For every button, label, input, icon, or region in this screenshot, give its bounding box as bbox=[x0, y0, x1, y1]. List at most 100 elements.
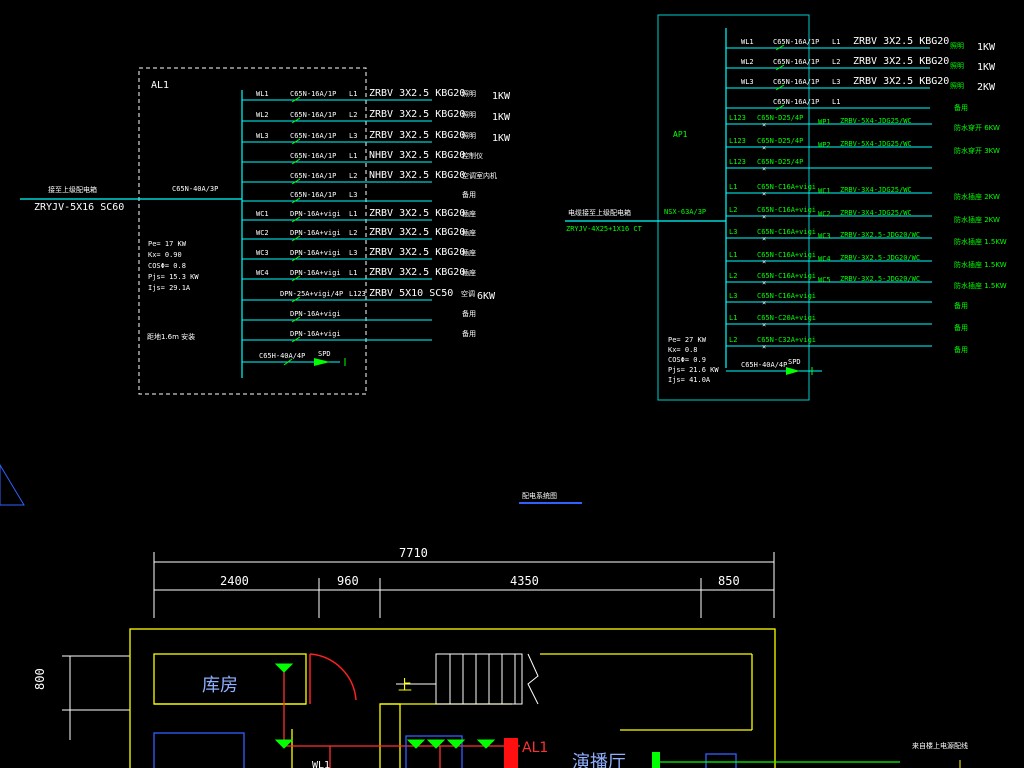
al1-row: DPN-16A+vigi 备用 bbox=[242, 329, 476, 343]
al1-row-circuit: WC2 bbox=[256, 229, 269, 237]
al1-incoming-cable: ZRYJV-5X16 SC60 bbox=[34, 202, 124, 213]
ap1-row-breaker: C65N-C16A+vigi bbox=[757, 183, 816, 191]
ap1-row-circuit: WP2 bbox=[818, 141, 831, 149]
ap1-row-cable: ZRBV-3X4-JDG25/WC bbox=[840, 186, 912, 194]
ap1-row-cable: ZRBV-3X2.5-JDG20/WC bbox=[840, 254, 920, 262]
al1-title: AL1 bbox=[151, 80, 169, 91]
ap1-row-switch: × bbox=[762, 213, 766, 221]
ap1-row-cable: ZRBV-3X4-JDG25/WC bbox=[840, 209, 912, 217]
al1-row-use: 照明 bbox=[462, 132, 476, 140]
al1-row-phase: L1 bbox=[349, 210, 357, 218]
al1-param: Pe= 17 KW bbox=[148, 240, 187, 248]
ap1-param: COSΦ= 0.9 bbox=[668, 356, 706, 364]
ap1-top-phase: L1 bbox=[832, 98, 840, 106]
al1-row-load: 6KW bbox=[477, 291, 496, 302]
ap1-rows: WL1 C65N-16A/1P L1 ZRBV 3X2.5 KBG20 照明 1KWWL2… bbox=[726, 36, 1007, 375]
ap1-top-cable: ZRBV 3X2.5 KBG20 bbox=[853, 36, 949, 47]
ap1-row-use: 防水插座 1.5KW bbox=[954, 237, 1007, 246]
dim-800: 800 bbox=[33, 668, 47, 690]
al1-spd-breaker: C65H-40A/4P bbox=[259, 352, 305, 360]
al1-row-use: 插座 bbox=[462, 228, 476, 237]
plan-blue-frames bbox=[153, 732, 737, 768]
al1-param: Kx= 0.90 bbox=[148, 251, 182, 259]
al1-row-phase: L1 bbox=[349, 90, 357, 98]
al1-row-phase: L3 bbox=[349, 249, 357, 257]
cad-drawing: AL1 接至上级配电箱 ZRYJV-5X16 SC60 C65N-40A/3P … bbox=[0, 14, 1007, 768]
ap1-row-use: 防水穿开 3KW bbox=[954, 146, 1000, 155]
ap1-row-breaker: C65N-D25/4P bbox=[757, 114, 803, 122]
al1-row-cable: ZRBV 5X10 SC50 bbox=[369, 288, 453, 299]
al1-row-cable: ZRBV 3X2.5 KBG20 bbox=[369, 247, 465, 258]
al1-row: DPN-16A+vigi 备用 bbox=[242, 309, 476, 323]
ap1-top-use: 照明 bbox=[950, 62, 964, 70]
al1-row-cable: ZRBV 3X2.5 KBG20 bbox=[369, 109, 465, 120]
al1-row-cable: ZRBV 3X2.5 KBG20 bbox=[369, 267, 465, 278]
ap1-row-phase: L1 bbox=[729, 314, 737, 322]
dim-2400: 2400 bbox=[220, 574, 249, 588]
ap1-row-switch: × bbox=[762, 321, 766, 329]
al1-row-cable: ZRBV 3X2.5 KBG20 bbox=[369, 130, 465, 141]
al1-row-breaker: C65N-16A/1P bbox=[290, 111, 336, 119]
al1-row: WC1 DPN-16A+vigi L1 ZRBV 3X2.5 KBG20插座 bbox=[242, 208, 476, 223]
ap1-row-phase: L1 bbox=[729, 183, 737, 191]
al1-row-use: 插座 bbox=[462, 268, 476, 277]
ap1-row-switch: × bbox=[762, 343, 766, 351]
al1-row: WC3 DPN-16A+vigi L3 ZRBV 3X2.5 KBG20插座 bbox=[242, 247, 476, 262]
al1-param: COSΦ= 0.8 bbox=[148, 262, 186, 270]
room-kufang: 库房 bbox=[202, 675, 238, 696]
ap1-top-breaker: C65N-16A/1P bbox=[773, 58, 819, 66]
al1-row-phase: L2 bbox=[349, 172, 357, 180]
al1-row-cable: ZRBV 3X2.5 KBG20 bbox=[369, 88, 465, 99]
dim-total: 7710 bbox=[399, 546, 428, 560]
ap1-top-use: 备用 bbox=[954, 103, 968, 112]
al1-row-phase: L2 bbox=[349, 111, 357, 119]
ap1-row: × L2 C65N-C16A+vigi WC5 ZRBV-3X2.5-JDG20/WC 防… bbox=[726, 272, 1007, 290]
al1-row-breaker: C65N-16A/1P bbox=[290, 191, 336, 199]
ap1-top-circuit: WL1 bbox=[741, 38, 754, 46]
stairs bbox=[396, 653, 539, 705]
al1-row-phase: L1 bbox=[349, 269, 357, 277]
al1-row: WC4 DPN-16A+vigi L1 ZRBV 3X2.5 KBG20插座 bbox=[242, 267, 476, 282]
ap1-row-breaker: C65N-C20A+vigi bbox=[757, 314, 816, 322]
al1-row-breaker: DPN-25A+vigi/4P bbox=[280, 290, 343, 298]
ap1-row-circuit: WC5 bbox=[818, 276, 831, 284]
al1-row: WL1 C65N-16A/1P L1 ZRBV 3X2.5 KBG20照明 1KW bbox=[242, 88, 511, 103]
al1-incoming-label: 接至上级配电箱 bbox=[48, 185, 97, 194]
al1-row-phase: L1 bbox=[349, 152, 357, 160]
ap1-top-breaker: C65N-16A/1P bbox=[773, 98, 819, 106]
al1-row-breaker: DPN-16A+vigi bbox=[290, 310, 341, 318]
al1-row-phase: L3 bbox=[349, 132, 357, 140]
al1-row-use: 备用 bbox=[462, 190, 476, 199]
ap1-row-switch: × bbox=[762, 165, 766, 173]
ap1-row-phase: L123 bbox=[729, 158, 746, 166]
al1-row-use: 控制仪 bbox=[462, 151, 483, 160]
ap1-param: Pjs= 21.6 KW bbox=[668, 366, 719, 374]
ap1-row: × L123 C65N-D25/4P bbox=[726, 158, 932, 173]
al1-row-breaker: C65N-16A/1P bbox=[290, 90, 336, 98]
al1-row-phase: L3 bbox=[349, 191, 357, 199]
al1-row: C65N-16A/1P L3 备用 bbox=[242, 190, 476, 204]
ap1-incoming-label: 电缆接至上级配电箱 bbox=[568, 208, 631, 217]
al1-row: C65N-16A/1P L2 NHBV 3X2.5 KBG20空调室内机 bbox=[242, 170, 497, 185]
ap1-top-breaker: C65N-16A/1P bbox=[773, 38, 819, 46]
ap1-row-switch: × bbox=[762, 121, 766, 129]
ap1-top-phase: L2 bbox=[832, 58, 840, 66]
ap1-top-breaker: C65N-16A/1P bbox=[773, 78, 819, 86]
al1-row-use: 照明 bbox=[462, 111, 476, 119]
ap1-row: × L123 C65N-D25/4P WP2 ZRBV-5X4-JDG25/WC 防水穿开… bbox=[726, 137, 1000, 155]
ap1-top-use: 照明 bbox=[950, 42, 964, 50]
al1-row-load: 1KW bbox=[492, 112, 511, 123]
ap1-row-use: 防水插座 2KW bbox=[954, 215, 1000, 224]
ap1-param: Kx= 0.8 bbox=[668, 346, 698, 354]
ap1-row-circuit: WC3 bbox=[818, 232, 831, 240]
ap1-top-row: WL2 C65N-16A/1P L2 ZRBV 3X2.5 KBG20 照明 1KW bbox=[726, 56, 996, 73]
al1-row-breaker: DPN-16A+vigi bbox=[290, 249, 341, 257]
al1-row-circuit: WC1 bbox=[256, 210, 269, 218]
ap1-row: × L3 C65N-C16A+vigi 备用 bbox=[726, 292, 968, 310]
ap1-row-use: 备用 bbox=[954, 301, 968, 310]
ap1-row: × L2 C65N-C32A+vigi 备用 bbox=[726, 336, 968, 354]
ap1-param: Pe= 27 KW bbox=[668, 336, 707, 344]
ap1-param: Ijs= 41.0A bbox=[668, 376, 711, 384]
al1-row: WC2 DPN-16A+vigi L2 ZRBV 3X2.5 KBG20插座 bbox=[242, 227, 476, 242]
ap1-spd-row: C65H-40A/4P SPD bbox=[726, 358, 822, 375]
